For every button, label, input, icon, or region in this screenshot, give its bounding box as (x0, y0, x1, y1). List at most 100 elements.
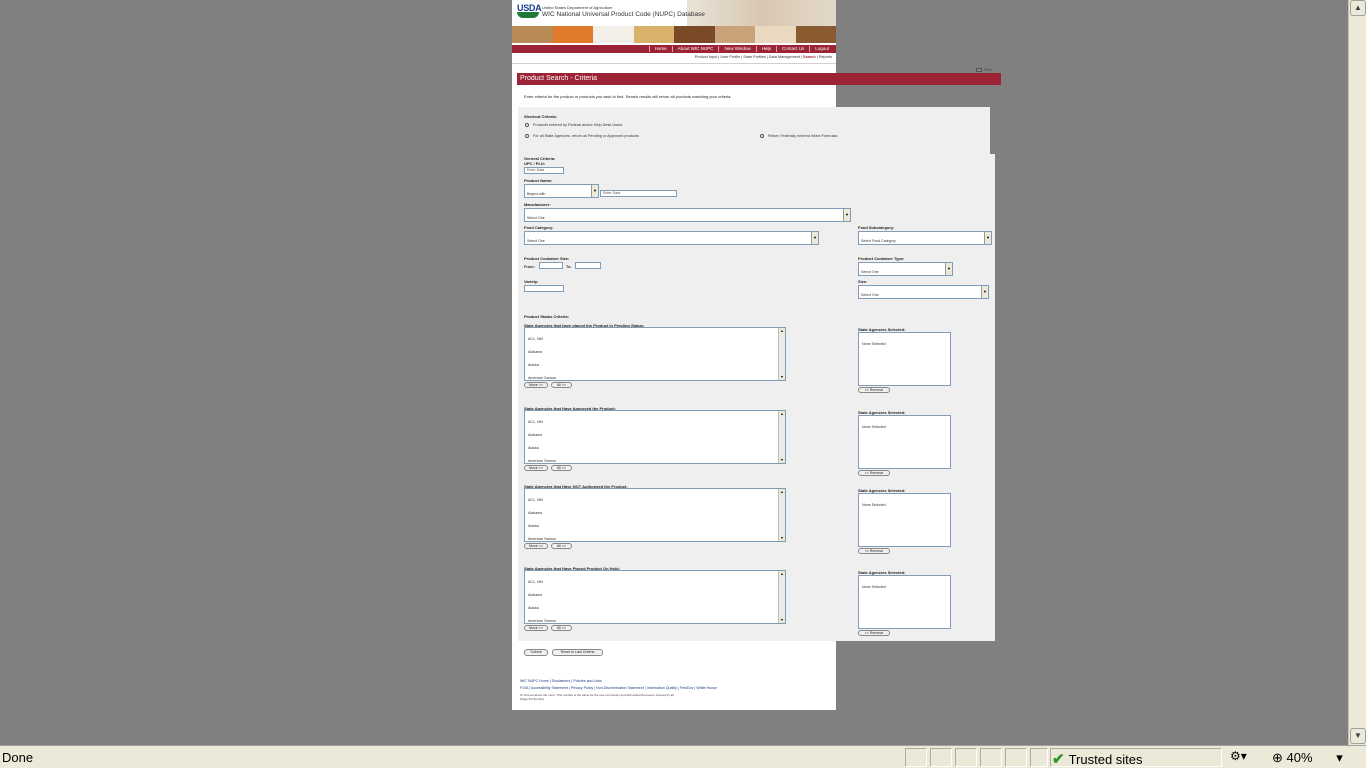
listbox-scrollbar[interactable]: ▲ ▼ (778, 489, 785, 541)
listbox-scrollbar[interactable]: ▲ ▼ (778, 411, 785, 463)
agency-option[interactable]: ACL, NM (525, 571, 785, 584)
agency-listbox[interactable]: ACL, NM Alabama Alaska American Samoa ▲ ▼ (524, 488, 786, 542)
submit-button[interactable]: Submit (524, 649, 548, 656)
status-pane (930, 748, 952, 767)
chevron-down-icon[interactable]: ▼ (945, 263, 952, 275)
variety-input[interactable] (524, 285, 564, 292)
nav-item[interactable]: Help (755, 46, 776, 52)
chevron-down-icon[interactable]: ▼ (981, 286, 988, 298)
move-all-button[interactable]: All >> (551, 465, 572, 471)
agency-option[interactable]: American Samoa (525, 610, 785, 623)
agency-option[interactable]: Alabama (525, 424, 785, 437)
scroll-up-icon[interactable]: ▲ (779, 328, 785, 334)
move-all-button[interactable]: All >> (551, 543, 572, 549)
listbox-scrollbar[interactable]: ▲ ▼ (778, 571, 785, 623)
subnav-item[interactable]: Product Input (695, 55, 718, 59)
container-size-from-input[interactable] (539, 262, 563, 269)
move-all-button[interactable]: All >> (551, 625, 572, 631)
agency-option[interactable]: Alabama (525, 341, 785, 354)
selected-agencies-listbox[interactable]: None Selected (858, 332, 951, 386)
scroll-up-icon[interactable]: ▲ (779, 489, 785, 495)
remove-button[interactable]: << Remove (858, 548, 890, 554)
reset-button[interactable]: Reset to Last Criteria (552, 649, 603, 656)
chevron-down-icon[interactable]: ▼ (591, 185, 598, 197)
remove-button[interactable]: << Remove (858, 470, 890, 476)
move-button[interactable]: Move >> (524, 625, 548, 631)
move-button[interactable]: Move >> (524, 382, 548, 388)
move-button[interactable]: Move >> (524, 543, 548, 549)
scroll-down-icon[interactable]: ▼ (779, 374, 785, 380)
agency-option[interactable]: Alaska (525, 354, 785, 367)
nav-item[interactable]: Contact Us (775, 46, 809, 52)
zoom-control[interactable]: ⊕ 40% ▾ (1272, 750, 1343, 766)
agency-option[interactable]: Alaska (525, 597, 785, 610)
scroll-down-icon[interactable]: ▼ (779, 535, 785, 541)
footer-links-secondary[interactable]: FOIA | Accessibility Statement | Privacy… (520, 686, 820, 690)
manufacturer-select[interactable]: Select One ▼ (524, 208, 851, 222)
agency-option[interactable]: American Samoa (525, 450, 785, 463)
shortcut-radio-federal[interactable] (525, 123, 529, 127)
shortcut-radio-infant-formula[interactable] (760, 134, 764, 138)
print-link[interactable]: Print (976, 67, 992, 72)
header-banner: USDA United States Department of Agricul… (512, 0, 836, 45)
scroll-up-icon[interactable]: ▲ (779, 571, 785, 577)
chevron-down-icon[interactable]: ▼ (811, 232, 818, 244)
size-select[interactable]: Select One ▼ (858, 285, 989, 299)
nav-item[interactable]: About WIC NUPC (671, 46, 719, 52)
move-button[interactable]: Move >> (524, 465, 548, 471)
vertical-scrollbar[interactable]: ▲ ▼ (1348, 0, 1366, 745)
selected-agencies-listbox[interactable]: None Selected (858, 493, 951, 547)
agency-option[interactable]: American Samoa (525, 367, 785, 380)
agency-listbox[interactable]: ACL, NM Alabama Alaska American Samoa ▲ ▼ (524, 410, 786, 464)
agency-option[interactable]: ACL, NM (525, 328, 785, 341)
status-pane (1030, 748, 1048, 767)
subnav-item[interactable]: User Profile (720, 55, 740, 59)
scroll-up-icon[interactable]: ▲ (1350, 0, 1366, 16)
scroll-down-icon[interactable]: ▼ (779, 457, 785, 463)
status-pane (1005, 748, 1027, 767)
agency-listbox[interactable]: ACL, NM Alabama Alaska American Samoa ▲ ▼ (524, 570, 786, 624)
variety-label: Variety: (524, 279, 539, 284)
agency-option[interactable]: Alaska (525, 437, 785, 450)
food-subcategory-select[interactable]: Select Food Category ▼ (858, 231, 992, 245)
subnav-item[interactable]: Search (803, 55, 816, 59)
subnav-item[interactable]: Reports (819, 55, 832, 59)
protected-mode-icon[interactable]: ⚙▾ (1230, 749, 1247, 763)
food-category-select[interactable]: Select One ▼ (524, 231, 819, 245)
agency-option[interactable]: American Samoa (525, 528, 785, 541)
product-name-mode-select[interactable]: Begins with ▼ (524, 184, 599, 198)
agency-option[interactable]: Alabama (525, 584, 785, 597)
chevron-down-icon[interactable]: ▾ (1336, 750, 1343, 765)
scroll-up-icon[interactable]: ▲ (779, 411, 785, 417)
chevron-down-icon[interactable]: ▼ (984, 232, 991, 244)
footer-links-primary[interactable]: WIC NUPC Home | Disclaimers | Policies a… (520, 679, 820, 683)
nav-item[interactable]: Home (648, 46, 672, 52)
remove-button[interactable]: << Remove (858, 387, 890, 393)
subnav-item[interactable]: State Profiles (743, 55, 766, 59)
agency-option[interactable]: ACL, NM (525, 411, 785, 424)
shortcut-radio-all-states[interactable] (525, 134, 529, 138)
nav-item[interactable]: Logout (809, 46, 834, 52)
subnav-item[interactable]: Data Management (769, 55, 800, 59)
listbox-scrollbar[interactable]: ▲ ▼ (778, 328, 785, 380)
nav-item[interactable]: New Window (718, 46, 755, 52)
agency-option[interactable]: Alaska (525, 515, 785, 528)
scroll-down-icon[interactable]: ▼ (1350, 728, 1366, 744)
security-zone[interactable]: ✔ Trusted sites (1052, 750, 1143, 768)
agency-listbox[interactable]: ACL, NM Alabama Alaska American Samoa ▲ ▼ (524, 327, 786, 381)
shortcut-option-federal: Products entered by Federal and/or Help … (533, 123, 623, 127)
move-all-button[interactable]: All >> (551, 382, 572, 388)
upc-input[interactable]: Enter Data (524, 167, 564, 174)
product-name-input[interactable]: Enter Data (600, 190, 677, 197)
container-size-to-input[interactable] (575, 262, 601, 269)
selected-agencies-listbox[interactable]: None Selected (858, 575, 951, 629)
remove-button[interactable]: << Remove (858, 630, 890, 636)
selected-agencies-listbox[interactable]: None Selected (858, 415, 951, 469)
product-name-label: Product Name: (524, 178, 553, 183)
chevron-down-icon[interactable]: ▼ (843, 209, 850, 221)
container-type-select[interactable]: Select One ▼ (858, 262, 953, 276)
scroll-down-icon[interactable]: ▼ (779, 617, 785, 623)
agency-option[interactable]: ACL, NM (525, 489, 785, 502)
agency-option[interactable]: Alabama (525, 502, 785, 515)
zoom-icon: ⊕ (1272, 750, 1283, 765)
